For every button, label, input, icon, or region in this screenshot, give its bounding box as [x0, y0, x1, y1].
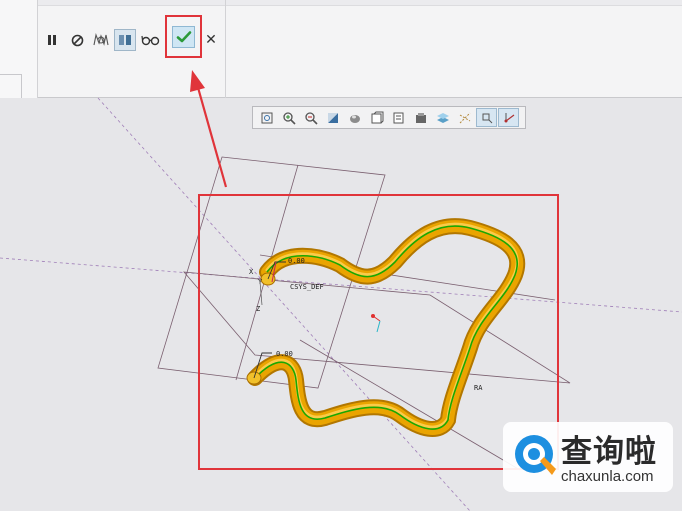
triad-axis: [372, 315, 381, 322]
triad-axis: [376, 320, 381, 333]
watermark: 查询啦 chaxunla.com: [503, 422, 673, 492]
annotation-arrow: [195, 83, 228, 188]
view-orient-icon[interactable]: [388, 108, 409, 127]
display-style-icon[interactable]: [410, 108, 431, 127]
datum-points-icon[interactable]: [476, 108, 497, 127]
datum-axis-line: [97, 97, 471, 511]
repaint-icon[interactable]: [322, 108, 343, 127]
watermark-logo-icon: [515, 435, 556, 475]
datum-planes-icon[interactable]: [432, 108, 453, 127]
axis-z-label: Z: [256, 305, 260, 313]
datum-plane-edge: [299, 339, 521, 471]
saved-views-icon[interactable]: [366, 108, 387, 127]
view-toolbar: [252, 106, 526, 129]
ra-label: RA: [474, 384, 483, 392]
start-value-bottom[interactable]: 0.00: [276, 350, 293, 358]
annotation-arrowhead: [190, 70, 205, 92]
watermark-name: 查询啦: [561, 434, 657, 470]
refit-icon[interactable]: [256, 108, 277, 127]
zoom-in-icon[interactable]: [278, 108, 299, 127]
csys-icon[interactable]: [498, 108, 519, 127]
datum-axes-icon[interactable]: [454, 108, 475, 127]
start-value-top[interactable]: 0.00: [288, 257, 305, 265]
axis-x-label: X: [249, 268, 254, 276]
zoom-out-icon[interactable]: [300, 108, 321, 127]
shading-icon[interactable]: [344, 108, 365, 127]
watermark-url: chaxunla.com: [561, 468, 654, 485]
csys-label: CSYS_DEF: [290, 283, 324, 291]
